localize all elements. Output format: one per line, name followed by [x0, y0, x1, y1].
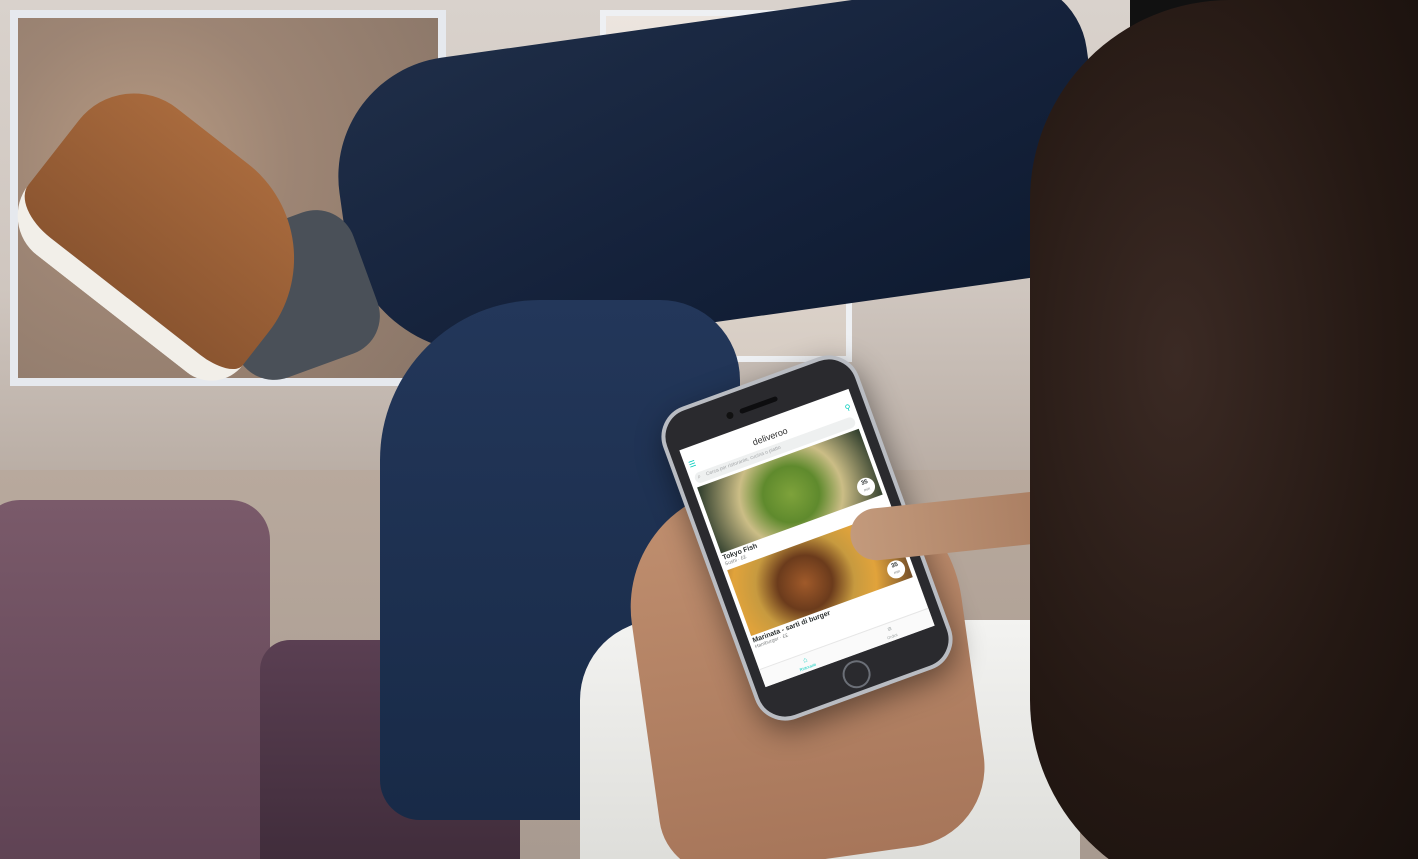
search-icon: ⌕: [696, 473, 702, 481]
home-button[interactable]: [838, 656, 875, 693]
front-camera: [725, 410, 735, 420]
eta-unit: min: [862, 485, 871, 493]
eta-badge: 35 min: [854, 475, 878, 499]
speaker-grille: [738, 395, 779, 415]
status-carrier: [683, 450, 686, 458]
head-hair: [1030, 0, 1418, 859]
tab-restaurants[interactable]: ⌂ Ristoranti: [796, 654, 817, 672]
chair-arm: [0, 500, 270, 859]
filter-icon[interactable]: ⚲: [843, 400, 854, 417]
tab-orders[interactable]: ≡ Ordini: [884, 624, 898, 640]
eta-unit: min: [893, 568, 901, 576]
eta-badge: 35 min: [884, 557, 908, 581]
status-time: [764, 421, 767, 429]
photo-scene: ☰ deliveroo ⚲ ⌕ Cerca per ristorante, cu…: [0, 0, 1418, 859]
menu-icon[interactable]: ☰: [687, 456, 699, 473]
status-battery: [845, 391, 848, 399]
